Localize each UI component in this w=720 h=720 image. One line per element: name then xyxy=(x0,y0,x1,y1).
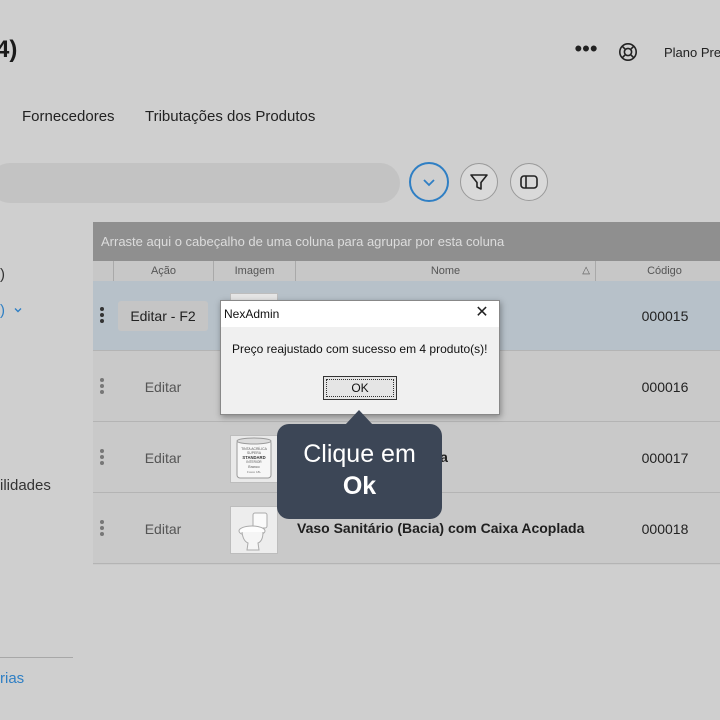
edit-button[interactable]: Editar - F2 xyxy=(118,301,208,331)
product-code: 000015 xyxy=(641,308,689,324)
grid-header-row: Ação Imagem Nome △ Código xyxy=(93,261,720,282)
product-code: 000016 xyxy=(641,379,689,395)
tooltip-line-2: Ok xyxy=(342,472,377,500)
sidebar-item-3[interactable]: ilidades xyxy=(0,477,51,494)
dialog-titlebar[interactable]: NexAdmin ✕ xyxy=(221,301,499,327)
tooltip-line-1: Clique em xyxy=(303,440,416,468)
dialog-title: NexAdmin xyxy=(224,307,280,321)
column-header-nome-label: Nome xyxy=(430,265,461,277)
chevron-down-icon xyxy=(423,179,435,187)
header-spacer xyxy=(93,261,113,281)
column-header-acao[interactable]: Ação xyxy=(113,261,213,281)
plan-label[interactable]: Plano Pre xyxy=(664,45,720,60)
product-code: 000017 xyxy=(641,450,689,466)
search-input[interactable] xyxy=(0,163,400,203)
paint-can-text: Fosco 18L xyxy=(247,470,261,474)
tab-fornecedores[interactable]: Fornecedores xyxy=(22,108,115,125)
row-menu-icon[interactable] xyxy=(98,305,106,325)
ok-button-label: OK xyxy=(326,379,394,397)
panel-toggle-icon xyxy=(520,175,538,189)
sidebar-item-2-label: ) xyxy=(0,302,5,319)
column-header-imagem[interactable]: Imagem xyxy=(213,261,295,281)
filter-icon xyxy=(470,174,488,190)
row-menu-icon[interactable] xyxy=(98,376,106,396)
sidebar-divider xyxy=(0,657,73,658)
sidebar-item-1[interactable]: ) xyxy=(0,266,5,283)
edit-button[interactable]: Editar xyxy=(118,514,208,544)
sidebar-item-2[interactable]: ) xyxy=(0,302,23,319)
page-title: 4) xyxy=(0,36,18,63)
row-menu-icon[interactable] xyxy=(98,447,106,467)
lifebuoy-help-icon[interactable] xyxy=(618,42,638,62)
close-icon[interactable]: ✕ xyxy=(473,304,491,322)
edit-button[interactable]: Editar xyxy=(118,372,208,402)
paint-can-text: Branco xyxy=(248,465,259,469)
sidebar-footer-link[interactable]: rias xyxy=(0,670,24,687)
tutorial-tooltip: Clique em Ok xyxy=(277,424,442,519)
tooltip-arrow xyxy=(345,410,373,425)
dialog-message: Preço reajustado com sucesso em 4 produt… xyxy=(232,342,488,356)
panel-toggle-button[interactable] xyxy=(510,163,548,201)
paint-can-text: INTERIOR xyxy=(246,460,262,464)
message-dialog: NexAdmin ✕ Preço reajustado com sucesso … xyxy=(220,300,500,415)
paint-can-image: TINTA ACRÍLICA SUPERA STANDARD INTERIOR … xyxy=(230,435,278,483)
filter-button[interactable] xyxy=(460,163,498,201)
product-name: Vaso Sanitário (Bacia) com Caixa Acoplad… xyxy=(297,520,585,536)
chevron-down-icon xyxy=(14,308,22,313)
group-panel[interactable]: Arraste aqui o cabeçalho de uma coluna p… xyxy=(93,222,720,261)
more-horizontal-icon[interactable]: ••• xyxy=(574,38,598,64)
row-menu-icon[interactable] xyxy=(98,518,106,538)
sort-ascending-icon: △ xyxy=(582,265,590,276)
ok-button[interactable]: OK xyxy=(323,376,397,400)
column-header-nome[interactable]: Nome △ xyxy=(295,261,595,281)
edit-button[interactable]: Editar xyxy=(118,443,208,473)
expand-button[interactable] xyxy=(409,162,449,202)
tab-tributacoes-produtos[interactable]: Tributações dos Produtos xyxy=(145,108,315,125)
toilet-image xyxy=(230,506,278,554)
column-header-codigo[interactable]: Código xyxy=(595,261,720,281)
product-code: 000018 xyxy=(641,521,689,537)
